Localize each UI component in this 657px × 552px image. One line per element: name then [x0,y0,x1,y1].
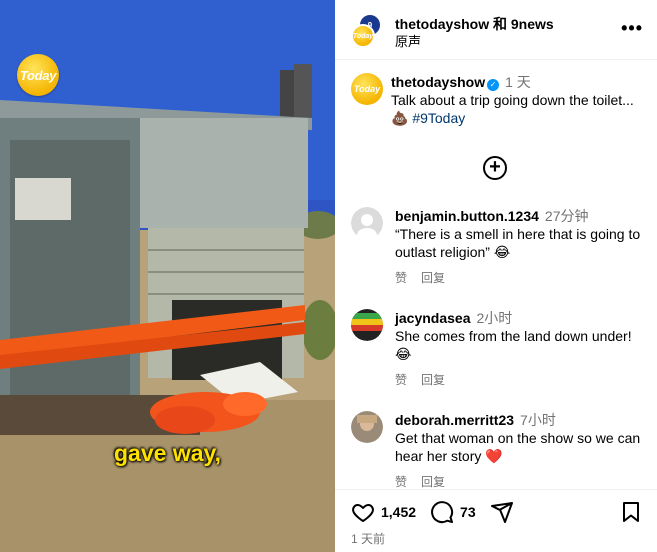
collab-avatars[interactable]: 9 Today [351,14,383,48]
caption-time: 1 天 [505,74,531,90]
caption-username[interactable]: thetodayshow [391,74,485,90]
post-header: 9 Today thetodayshow 和 9news 原声 ••• [335,0,657,60]
comment-username[interactable]: deborah.merritt23 [395,412,514,428]
reply-button[interactable]: 回复 [421,271,445,285]
heart-icon[interactable] [351,500,375,524]
comment-text: Get that woman on the show so we can hea… [395,430,641,464]
post-sidebar: 9 Today thetodayshow 和 9news 原声 ••• Toda… [335,0,657,552]
avatar[interactable] [351,309,383,341]
like-count[interactable]: 1,452 [381,504,416,520]
caption-avatar[interactable]: Today [351,73,383,105]
post-actions: 1,452 73 1 天前 [335,489,657,552]
bookmark-icon[interactable] [619,500,643,524]
share-icon[interactable] [490,500,514,524]
like-button[interactable]: 赞 [395,271,407,285]
today-logo: Today [17,54,59,96]
avatar[interactable] [351,207,383,239]
comment-username[interactable]: jacyndasea [395,310,471,326]
avatar-thetodayshow[interactable]: Today [351,24,375,48]
comment-text: “There is a smell in here that is going … [395,226,641,260]
reply-button[interactable]: 回复 [421,373,445,387]
comment-icon[interactable] [430,500,454,524]
post-time: 1 天前 [351,532,386,546]
comment-time: 2小时 [476,310,513,326]
like-button[interactable]: 赞 [395,373,407,387]
video-player[interactable]: Today gave way, [0,0,335,552]
reply-button[interactable]: 回复 [421,475,445,489]
video-caption: gave way, [114,440,221,466]
audio-label[interactable]: 原声 [395,31,421,50]
avatar[interactable] [351,411,383,443]
verified-icon: ✓ [487,79,500,91]
comment-text: She comes from the land down under! 😂 [395,328,632,362]
add-circle-icon[interactable]: + [483,156,507,180]
more-icon[interactable]: ••• [621,18,643,39]
comment-username[interactable]: benjamin.button.1234 [395,208,539,224]
like-button[interactable]: 赞 [395,475,407,489]
comment-count[interactable]: 73 [460,504,476,520]
caption-hashtag[interactable]: #9Today [412,110,465,126]
comment-time: 27分钟 [544,208,589,224]
comments-scroll[interactable]: Today thetodayshow ✓ 1 天 Talk about a trip… [335,61,657,489]
comment-time: 7小时 [520,412,556,428]
